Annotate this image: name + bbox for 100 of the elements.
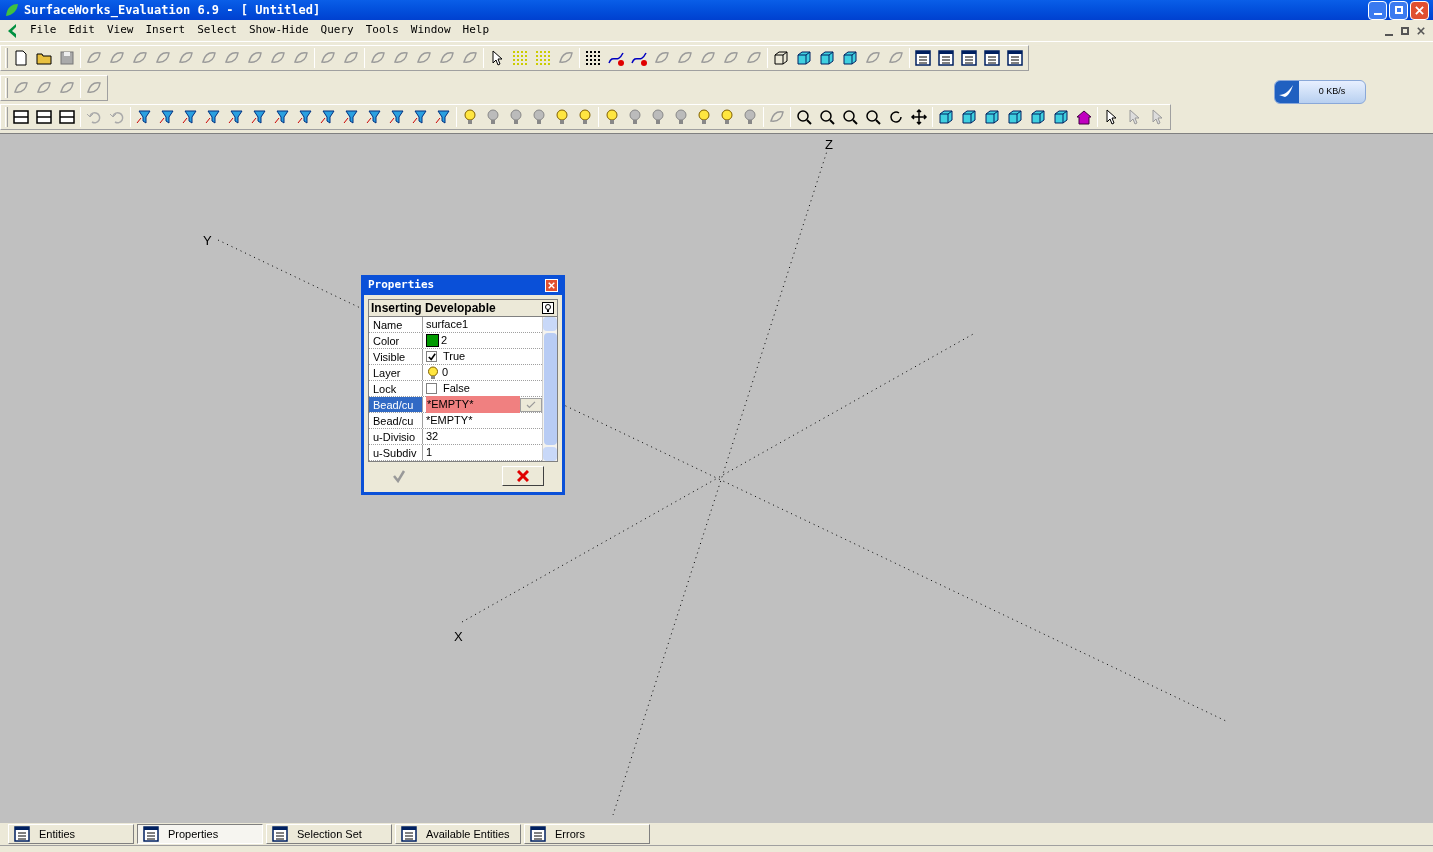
- property-name[interactable]: Color: [369, 333, 423, 348]
- restore-button[interactable]: [1389, 0, 1408, 20]
- close-button[interactable]: [1410, 0, 1429, 20]
- dot-grid-icon[interactable]: [584, 49, 602, 67]
- cube-icon[interactable]: [1006, 108, 1024, 126]
- menu-item[interactable]: Window: [404, 22, 457, 39]
- funnel-icon[interactable]: [181, 108, 199, 126]
- panel-window-icon[interactable]: [142, 825, 160, 843]
- cube-icon[interactable]: [841, 49, 859, 67]
- funnel-icon[interactable]: [411, 108, 429, 126]
- window-layout-icon[interactable]: [12, 108, 30, 126]
- cube-icon[interactable]: [1052, 108, 1070, 126]
- bulb-icon[interactable]: [484, 108, 502, 126]
- panel-tab[interactable]: Errors: [524, 824, 650, 844]
- property-value[interactable]: 1: [426, 444, 433, 461]
- magnifier-icon[interactable]: [864, 108, 882, 126]
- menu-item[interactable]: Edit: [62, 22, 101, 39]
- checkbox[interactable]: [426, 351, 437, 362]
- wireframe-cube-icon[interactable]: [772, 49, 790, 67]
- menu-item[interactable]: File: [24, 22, 63, 39]
- menu-item[interactable]: Tools: [359, 22, 405, 39]
- cube-icon[interactable]: [937, 108, 955, 126]
- scrollbar[interactable]: [542, 317, 557, 461]
- property-name[interactable]: u-Subdiv: [369, 445, 423, 460]
- bulb-icon[interactable]: [626, 108, 644, 126]
- close-icon[interactable]: [1415, 5, 1424, 15]
- window-layout-icon[interactable]: [35, 108, 53, 126]
- funnel-icon[interactable]: [434, 108, 452, 126]
- panel-tab[interactable]: Entities: [8, 824, 134, 844]
- bulb-icon[interactable]: [649, 108, 667, 126]
- cancel-button[interactable]: [502, 466, 544, 486]
- bulb-icon[interactable]: [461, 108, 479, 126]
- bulb-icon[interactable]: [603, 108, 621, 126]
- menu-item[interactable]: Insert: [139, 22, 192, 39]
- rotate-icon[interactable]: [887, 108, 905, 126]
- panel-window-icon[interactable]: [400, 825, 418, 843]
- funnel-icon[interactable]: [342, 108, 360, 126]
- funnel-icon[interactable]: [365, 108, 383, 126]
- funnel-icon[interactable]: [204, 108, 222, 126]
- bulb-icon[interactable]: [672, 108, 690, 126]
- move-icon[interactable]: [910, 108, 928, 126]
- funnel-icon[interactable]: [250, 108, 268, 126]
- house-icon[interactable]: [1075, 108, 1093, 126]
- menu-item[interactable]: Query: [314, 22, 360, 39]
- property-name[interactable]: Bead/cu: [369, 413, 423, 428]
- pick-button[interactable]: [520, 397, 542, 412]
- cube-icon[interactable]: [795, 49, 813, 67]
- panel-window-icon[interactable]: [983, 49, 1001, 67]
- magnifier-icon[interactable]: [841, 108, 859, 126]
- panel-window-icon[interactable]: [529, 825, 547, 843]
- funnel-icon[interactable]: [273, 108, 291, 126]
- bulb-icon[interactable]: [695, 108, 713, 126]
- panel-window-icon[interactable]: [271, 825, 289, 843]
- property-value[interactable]: *EMPTY*: [426, 396, 520, 413]
- property-name[interactable]: Lock: [369, 381, 423, 396]
- panel-tab[interactable]: Available Entities: [395, 824, 521, 844]
- cross-icon[interactable]: [517, 470, 529, 482]
- bulb-icon[interactable]: [507, 108, 525, 126]
- child-close-icon[interactable]: [1417, 26, 1425, 35]
- funnel-icon[interactable]: [388, 108, 406, 126]
- property-name[interactable]: Name: [369, 317, 423, 332]
- menu-item[interactable]: Help: [456, 22, 496, 39]
- property-name[interactable]: Layer: [369, 365, 423, 380]
- bulb-icon[interactable]: [741, 108, 759, 126]
- menu-item[interactable]: Select: [191, 22, 243, 39]
- property-value[interactable]: surface1: [426, 316, 469, 333]
- new-page-icon[interactable]: [12, 49, 30, 67]
- magnifier-icon[interactable]: [818, 108, 836, 126]
- bulb-icon[interactable]: [576, 108, 594, 126]
- cube-icon[interactable]: [983, 108, 1001, 126]
- panel-tab[interactable]: Properties: [137, 824, 263, 844]
- cube-icon[interactable]: [818, 49, 836, 67]
- panel-window-icon[interactable]: [13, 825, 31, 843]
- panel-window-icon[interactable]: [937, 49, 955, 67]
- funnel-icon[interactable]: [227, 108, 245, 126]
- panel-window-icon[interactable]: [914, 49, 932, 67]
- bulb-icon[interactable]: [530, 108, 548, 126]
- property-value[interactable]: False: [443, 380, 470, 397]
- property-value[interactable]: 2: [441, 332, 448, 349]
- dot-grid-icon[interactable]: [534, 49, 552, 67]
- panel-window-icon[interactable]: [960, 49, 978, 67]
- checkmark-icon[interactable]: [392, 469, 406, 483]
- property-value[interactable]: 32: [426, 428, 439, 445]
- property-name[interactable]: u-Divisio: [369, 429, 423, 444]
- property-name[interactable]: Bead/cu: [369, 397, 423, 412]
- cube-icon[interactable]: [1029, 108, 1047, 126]
- bulb-icon[interactable]: [718, 108, 736, 126]
- funnel-icon[interactable]: [135, 108, 153, 126]
- bulb-icon[interactable]: [553, 108, 571, 126]
- property-name[interactable]: Visible: [369, 349, 423, 364]
- child-minimize-button[interactable]: [1385, 33, 1393, 36]
- property-value[interactable]: *EMPTY*: [426, 412, 473, 429]
- funnel-icon[interactable]: [296, 108, 314, 126]
- magnifier-icon[interactable]: [795, 108, 813, 126]
- funnel-icon[interactable]: [158, 108, 176, 126]
- panel-tab[interactable]: Selection Set: [266, 824, 392, 844]
- window-layout-icon[interactable]: [58, 108, 76, 126]
- checkmark-icon[interactable]: [526, 400, 536, 409]
- funnel-icon[interactable]: [319, 108, 337, 126]
- child-restore-button[interactable]: [1401, 26, 1409, 35]
